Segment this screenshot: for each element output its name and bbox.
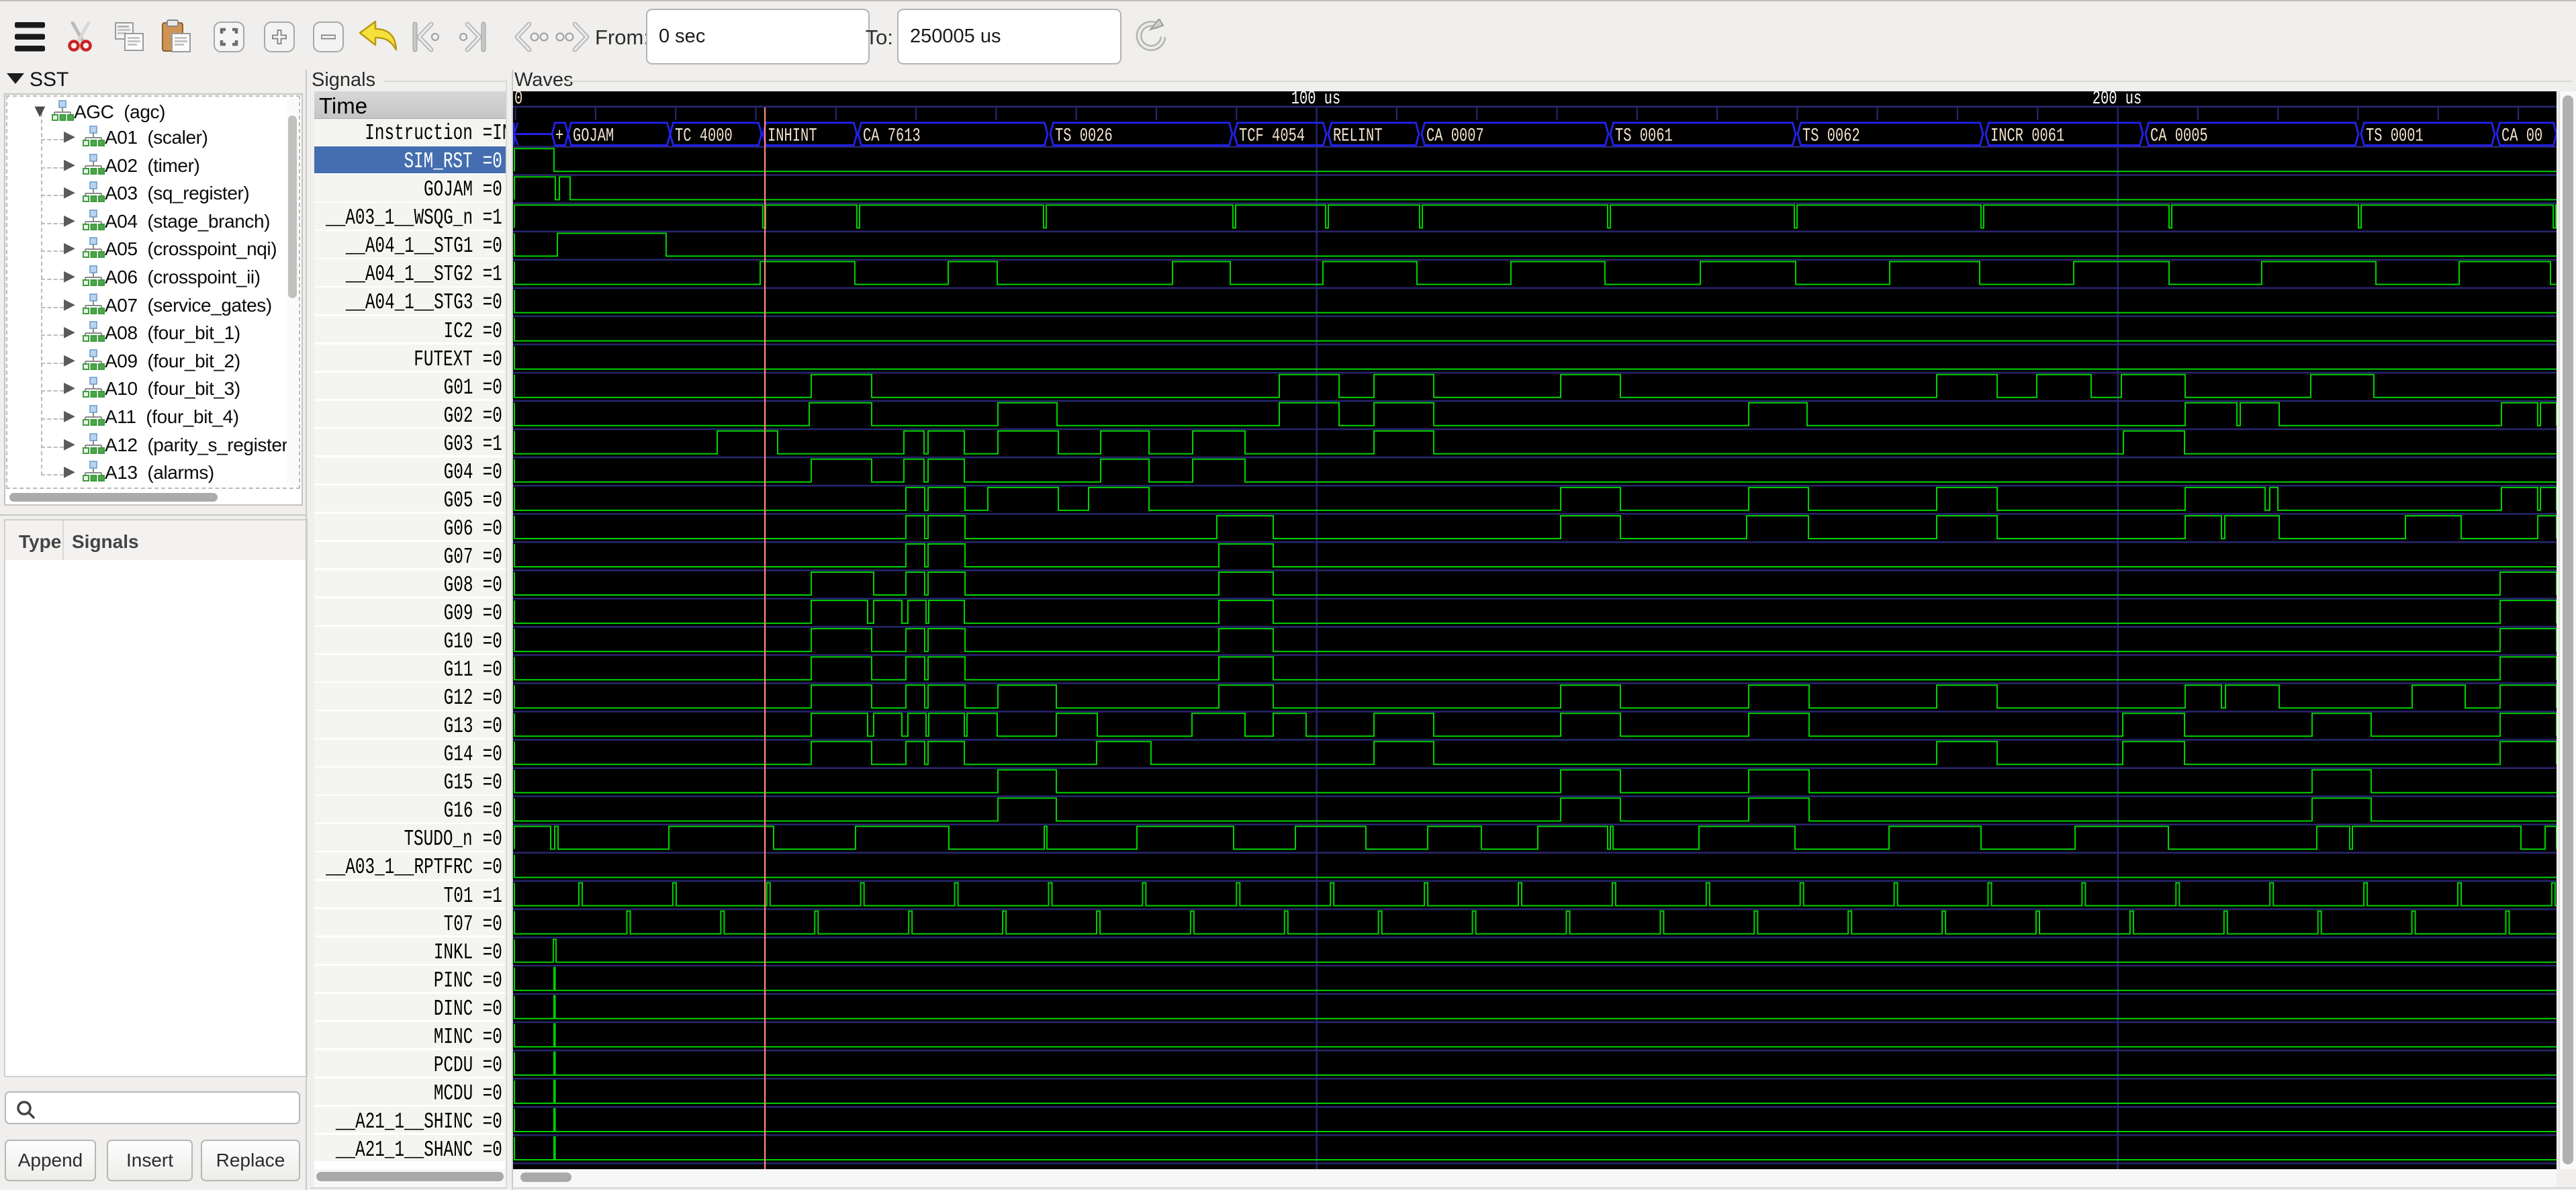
svg-text:CA 7613: CA 7613	[863, 126, 921, 146]
svg-text:0: 0	[514, 91, 522, 109]
svg-text:100 us: 100 us	[1291, 91, 1341, 109]
svg-text:INCR 0061: INCR 0061	[1990, 126, 2064, 146]
svg-text:TS 0001: TS 0001	[2366, 126, 2424, 146]
svg-text:TS 0061: TS 0061	[1615, 126, 1673, 146]
svg-text:INHINT: INHINT	[768, 126, 817, 146]
svg-text:+: +	[555, 126, 563, 146]
svg-text:CA 00: CA 00	[2501, 126, 2542, 146]
svg-text:CA 0007: CA 0007	[1426, 126, 1484, 146]
svg-text:TCF 4054: TCF 4054	[1239, 126, 1305, 146]
svg-text:TS 0026: TS 0026	[1055, 126, 1113, 146]
svg-text:TC 4000: TC 4000	[675, 126, 733, 146]
svg-text:CA 0005: CA 0005	[2150, 126, 2208, 146]
svg-text:200 us: 200 us	[2092, 91, 2142, 109]
svg-text:RELINT: RELINT	[1333, 126, 1383, 146]
svg-text:TS 0062: TS 0062	[1802, 126, 1860, 146]
svg-text:GOJAM: GOJAM	[573, 126, 614, 146]
